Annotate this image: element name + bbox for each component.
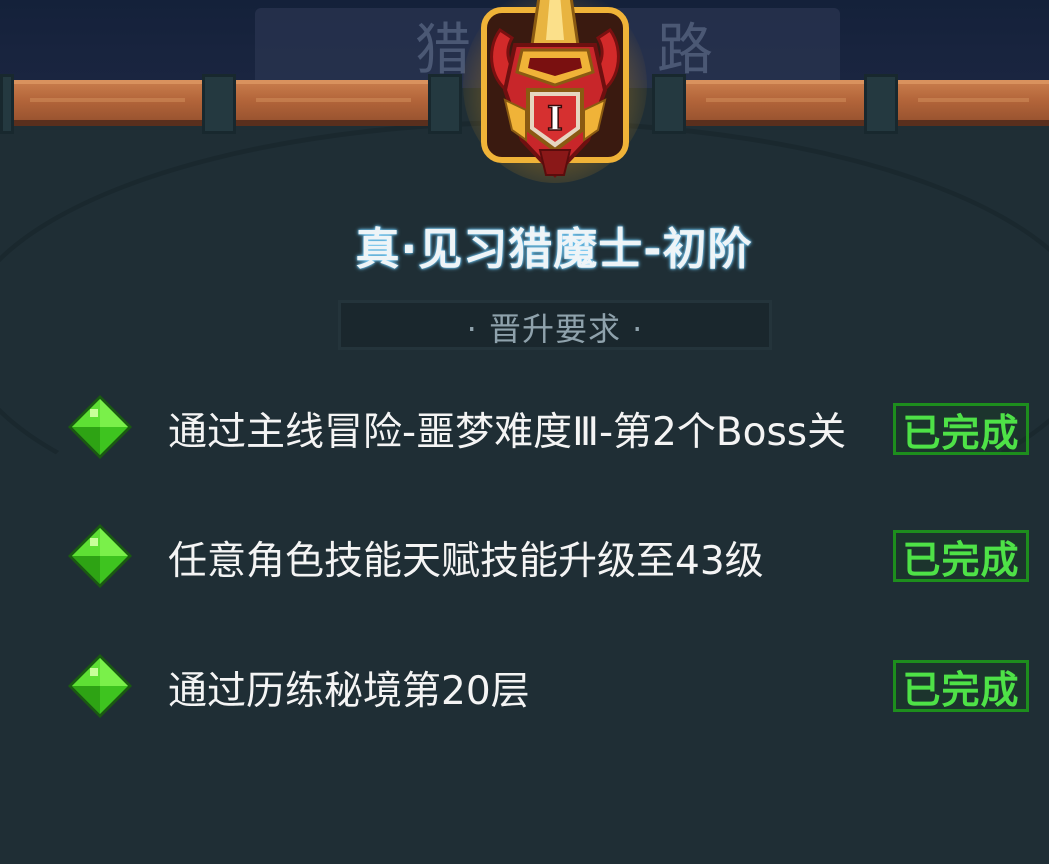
- requirement-row: 任意角色技能天赋技能升级至43级 已完成: [0, 524, 1049, 594]
- requirements-label: · 晋升要求 ·: [466, 310, 644, 348]
- green-gem-icon: [68, 395, 132, 459]
- requirement-text: 通过历练秘境第20层: [168, 669, 530, 714]
- plank-post: [652, 74, 686, 134]
- requirement-row: 通过历练秘境第20层 已完成: [0, 654, 1049, 724]
- rank-numeral: I: [547, 99, 563, 139]
- green-gem-icon: [68, 654, 132, 718]
- promotion-screen: 猎 路 I 真·见习猎魔士-初阶 · 晋升要求 · 通过主线冒险-噩梦难度Ⅲ-第…: [0, 0, 1049, 864]
- rank-emblem[interactable]: I: [460, 0, 650, 190]
- wood-plank: [898, 80, 1049, 126]
- plank-post: [428, 74, 462, 134]
- requirement-text: 任意角色技能天赋技能升级至43级: [168, 539, 764, 584]
- wood-plank: [236, 80, 431, 126]
- green-gem-icon: [68, 524, 132, 588]
- requirement-row: 通过主线冒险-噩梦难度Ⅲ-第2个Boss关 已完成: [0, 395, 1049, 465]
- plank-post: [864, 74, 898, 134]
- completed-badge: 已完成: [893, 660, 1029, 712]
- wood-plank: [686, 80, 866, 126]
- requirement-text: 通过主线冒险-噩梦难度Ⅲ-第2个Boss关: [168, 410, 847, 455]
- rank-title: 真·见习猎魔士-初阶: [355, 224, 753, 275]
- wood-plank: [10, 80, 205, 126]
- demon-hunter-helmet-icon: I: [463, 0, 647, 183]
- completed-badge: 已完成: [893, 530, 1029, 582]
- completed-badge: 已完成: [893, 403, 1029, 455]
- plank-post: [202, 74, 236, 134]
- plank-post: [0, 74, 14, 134]
